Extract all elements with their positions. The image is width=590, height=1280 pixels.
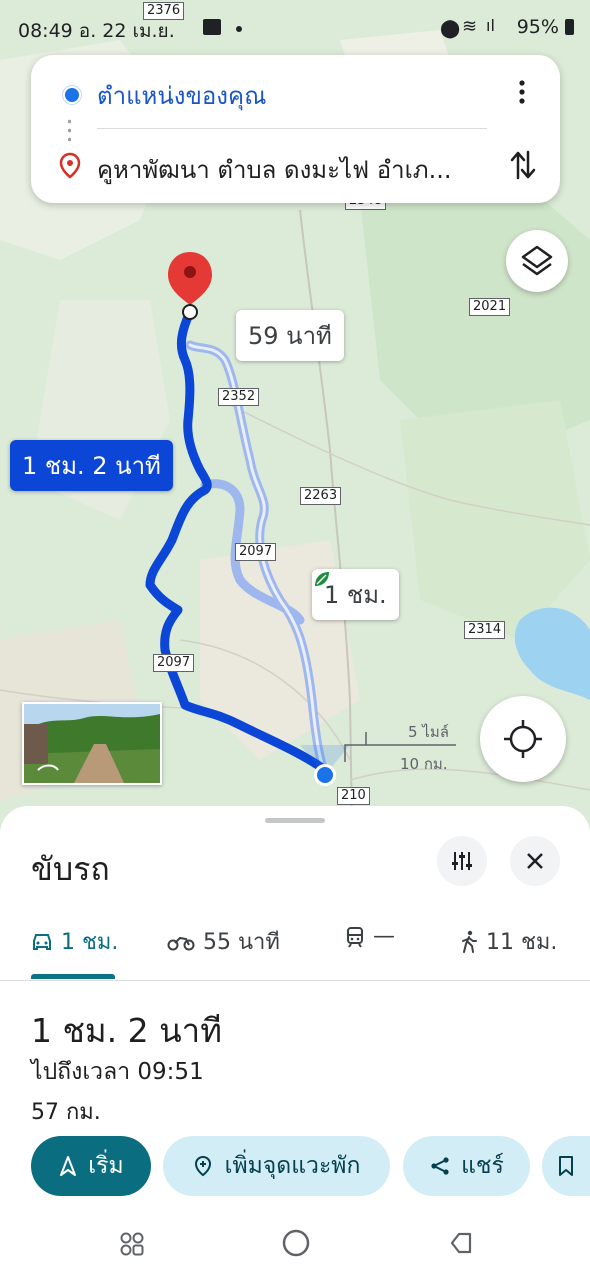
system-nav-bar bbox=[0, 1210, 590, 1280]
navigation-arrow-icon bbox=[60, 1156, 77, 1176]
road-number: 210 bbox=[337, 787, 370, 805]
scale-km: 10 กม. bbox=[400, 755, 448, 773]
crosshair-icon bbox=[504, 720, 542, 758]
status-bar: 08:49 อ. 22 เม.ย. ⬤ ≋ ıl 95% bbox=[0, 0, 590, 56]
destination-pin-icon bbox=[168, 252, 212, 320]
current-location-dot bbox=[300, 745, 350, 786]
destination-field[interactable]: คูหาพัฒนา ตำบล ดงมะไฟ อำเภ... bbox=[97, 150, 487, 189]
sheet-drag-handle[interactable] bbox=[265, 818, 325, 823]
route-alt-bubble[interactable]: 59 นาที bbox=[236, 310, 344, 361]
divider bbox=[0, 980, 590, 981]
back-icon[interactable] bbox=[448, 1230, 476, 1256]
origin-dot-icon bbox=[63, 86, 81, 104]
directions-search-card: ตำแหน่งของคุณ คูหาพัฒนา ตำบล ดงมะไฟ อำเภ… bbox=[31, 55, 560, 203]
more-options-icon[interactable] bbox=[509, 77, 535, 107]
gallery-notification-icon bbox=[203, 19, 221, 35]
road-number: 2097 bbox=[235, 543, 277, 561]
save-button[interactable] bbox=[542, 1136, 590, 1196]
status-time-date: 08:49 อ. 22 เม.ย. bbox=[18, 20, 175, 42]
add-stop-button[interactable]: เพิ่มจุดแวะพัก bbox=[163, 1136, 390, 1196]
mode-tab-motorcycle[interactable]: 55 นาที bbox=[167, 924, 280, 959]
layers-icon bbox=[521, 245, 553, 276]
route-options-button[interactable] bbox=[437, 836, 487, 886]
route-distance: 57 กม. bbox=[31, 1100, 101, 1125]
car-icon bbox=[33, 933, 51, 950]
destination-marker-icon bbox=[59, 152, 81, 179]
battery-level: 95% bbox=[516, 16, 559, 38]
mode-label: 11 ชม. bbox=[486, 930, 558, 955]
bookmark-icon bbox=[559, 1156, 573, 1176]
add-location-icon bbox=[194, 1155, 211, 1177]
mode-tab-drive[interactable]: 1 ชม. bbox=[31, 924, 118, 959]
origin-field[interactable]: ตำแหน่งของคุณ bbox=[97, 76, 266, 115]
swap-direction-icon[interactable] bbox=[509, 148, 537, 182]
start-navigation-button[interactable]: เริ่ม bbox=[31, 1136, 151, 1196]
road-number: 2097 bbox=[153, 654, 195, 672]
home-icon[interactable] bbox=[280, 1227, 312, 1259]
battery-icon bbox=[565, 19, 574, 35]
mode-tab-transit[interactable]: — bbox=[345, 924, 395, 949]
cell-signal-icon: ıl bbox=[486, 16, 495, 35]
share-button[interactable]: แชร์ bbox=[403, 1136, 530, 1196]
train-icon bbox=[347, 926, 363, 948]
motorcycle-icon bbox=[167, 936, 195, 950]
scale-miles: 5 ไมล์ bbox=[408, 723, 449, 741]
mode-label: 55 นาที bbox=[203, 930, 280, 955]
road-number: 2314 bbox=[464, 621, 506, 639]
street-view-thumbnail[interactable] bbox=[22, 702, 162, 785]
active-tab-indicator bbox=[31, 974, 115, 979]
road-number: 2021 bbox=[469, 298, 511, 316]
eco-leaf-icon bbox=[315, 572, 329, 586]
arrival-time: ไปถึงเวลา 09:51 bbox=[31, 1059, 204, 1085]
my-location-button[interactable] bbox=[480, 696, 566, 782]
close-button[interactable] bbox=[510, 836, 560, 886]
mode-label: 1 ชม. bbox=[61, 930, 119, 955]
route-duration: 1 ชม. 2 นาที bbox=[31, 1011, 222, 1050]
layers-button[interactable] bbox=[506, 230, 568, 292]
notification-dot-icon bbox=[236, 26, 242, 32]
directions-bottom-sheet: ขับรถ 1 ชม. 55 นาที — 11 ชม. 1 ชม. 2 นาท… bbox=[0, 806, 590, 1280]
road-number: 2263 bbox=[300, 487, 342, 505]
route-selected-bubble[interactable]: 1 ชม. 2 นาที bbox=[10, 440, 173, 491]
recent-apps-icon[interactable] bbox=[118, 1230, 146, 1258]
mode-label: — bbox=[373, 924, 395, 949]
location-status-icon: ⬤ bbox=[440, 18, 461, 39]
tune-icon bbox=[452, 852, 472, 870]
wifi-signal-icon: ≋ bbox=[462, 16, 478, 37]
road-number: 2352 bbox=[218, 388, 260, 406]
share-icon bbox=[431, 1157, 449, 1175]
travel-mode-title: ขับรถ bbox=[31, 850, 110, 888]
divider bbox=[97, 128, 487, 129]
close-icon bbox=[527, 853, 543, 869]
walk-icon bbox=[462, 930, 477, 953]
route-dots-icon bbox=[68, 117, 71, 143]
mode-tab-walk[interactable]: 11 ชม. bbox=[460, 924, 557, 959]
route-alt-bubble[interactable]: 1 ชม. bbox=[312, 569, 399, 620]
